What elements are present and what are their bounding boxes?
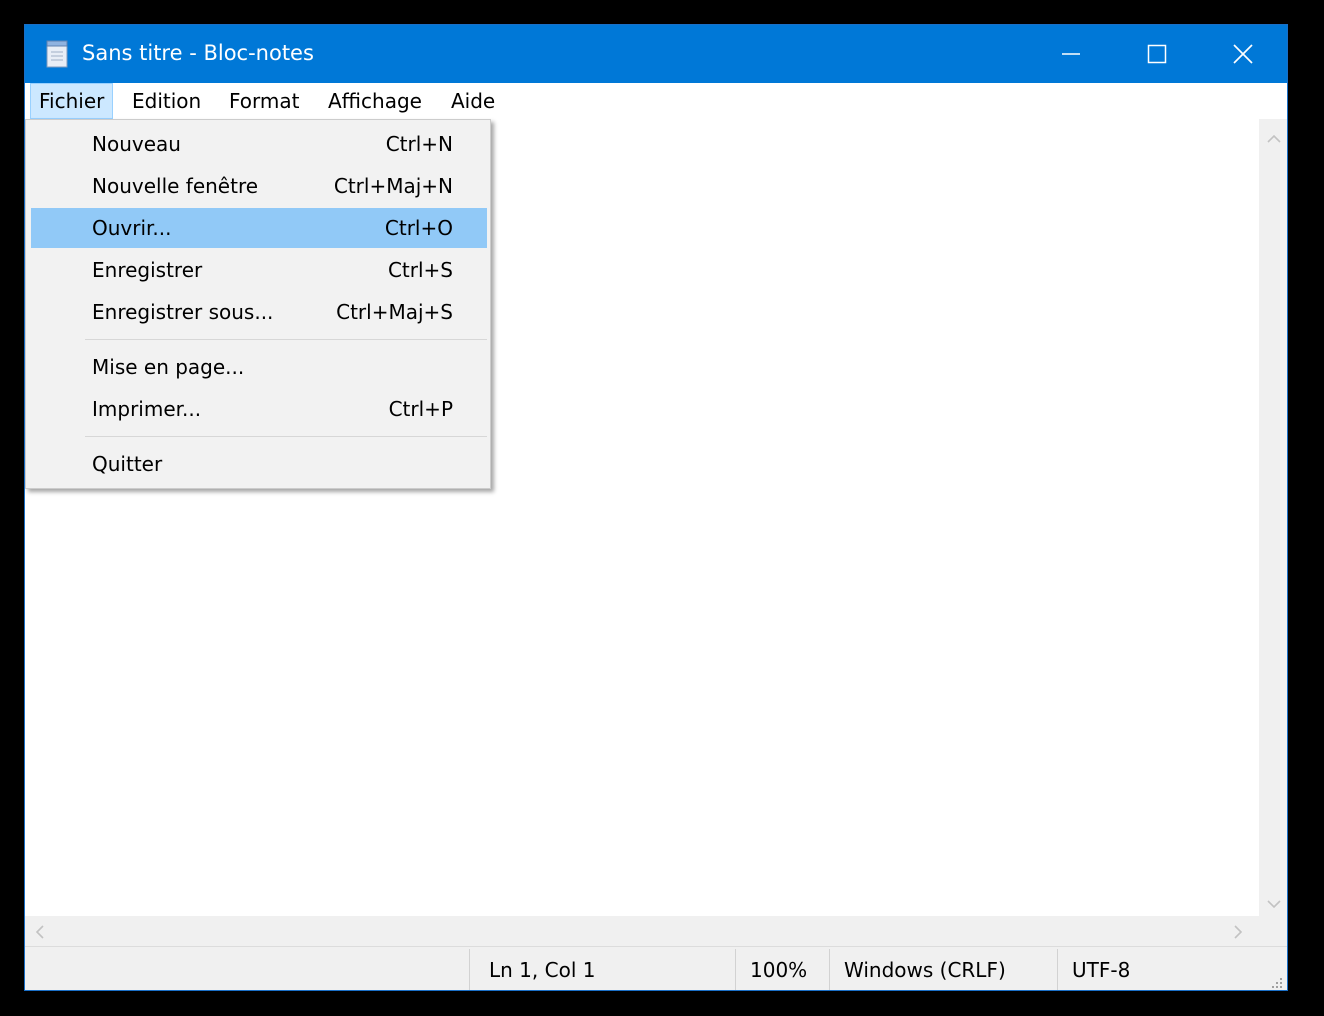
horizontal-scrollbar[interactable] [25,916,1259,946]
menu-item-label: Imprimer... [92,397,202,421]
menu-fichier[interactable]: Fichier [30,83,114,119]
menu-format[interactable]: Format [221,83,307,119]
menu-bar: Fichier Edition Format Affichage Aide [25,83,1287,119]
menu-item-label: Mise en page... [92,355,245,379]
line-ending: Windows (CRLF) [844,958,1006,982]
maximize-button[interactable] [1114,25,1200,83]
menu-item-label: Ouvrir... [92,216,172,240]
menu-item-ouvrir[interactable]: Ouvrir... Ctrl+O [31,208,487,248]
menu-separator [85,339,487,340]
zoom-level: 100% [750,958,808,982]
resize-grip-icon[interactable] [1269,974,1283,988]
scroll-right-arrow-icon[interactable] [1233,924,1243,943]
menu-item-nouvelle-fenetre[interactable]: Nouvelle fenêtre Ctrl+Maj+N [31,166,487,206]
status-divider [735,949,736,990]
menu-item-label: Quitter [92,452,163,476]
menu-item-label: Nouveau [92,132,181,156]
menu-aide[interactable]: Aide [443,83,503,119]
menu-item-shortcut: Ctrl+Maj+N [333,174,453,198]
menu-item-shortcut: Ctrl+P [388,397,453,421]
menu-item-mise-en-page[interactable]: Mise en page... [31,347,487,387]
menu-item-enregistrer-sous[interactable]: Enregistrer sous... Ctrl+Maj+S [31,292,487,332]
close-icon [1233,44,1253,64]
window-title: Sans titre - Bloc-notes [82,41,314,65]
menu-item-shortcut: Ctrl+N [385,132,453,156]
vertical-scrollbar[interactable] [1259,119,1287,916]
scroll-up-arrow-icon[interactable] [1267,129,1281,148]
title-bar[interactable]: Sans titre - Bloc-notes [25,25,1287,83]
status-divider [1057,949,1058,990]
menu-item-shortcut: Ctrl+O [384,216,453,240]
scrollbar-corner [1259,916,1287,946]
file-menu-dropdown: Nouveau Ctrl+N Nouvelle fenêtre Ctrl+Maj… [25,119,491,489]
status-bar: Ln 1, Col 1 100% Windows (CRLF) UTF-8 [25,946,1287,990]
status-divider [829,949,830,990]
minimize-icon [1061,44,1081,64]
notepad-icon [44,40,70,68]
minimize-button[interactable] [1028,25,1114,83]
menu-item-shortcut: Ctrl+Maj+S [336,300,453,324]
menu-item-label: Enregistrer [92,258,203,282]
encoding: UTF-8 [1072,958,1131,982]
menu-item-label: Enregistrer sous... [92,300,274,324]
menu-item-quitter[interactable]: Quitter [31,444,487,484]
menu-item-enregistrer[interactable]: Enregistrer Ctrl+S [31,250,487,290]
scroll-left-arrow-icon[interactable] [35,924,45,943]
menu-item-shortcut: Ctrl+S [387,258,453,282]
menu-separator [85,436,487,437]
menu-item-label: Nouvelle fenêtre [92,174,259,198]
maximize-icon [1147,44,1167,64]
menu-item-nouveau[interactable]: Nouveau Ctrl+N [31,124,487,164]
close-button[interactable] [1200,25,1286,83]
menu-item-imprimer[interactable]: Imprimer... Ctrl+P [31,389,487,429]
menu-edition[interactable]: Edition [124,83,209,119]
cursor-position: Ln 1, Col 1 [489,958,596,982]
scroll-down-arrow-icon[interactable] [1267,894,1281,913]
menu-affichage[interactable]: Affichage [320,83,430,119]
status-divider [469,949,470,990]
